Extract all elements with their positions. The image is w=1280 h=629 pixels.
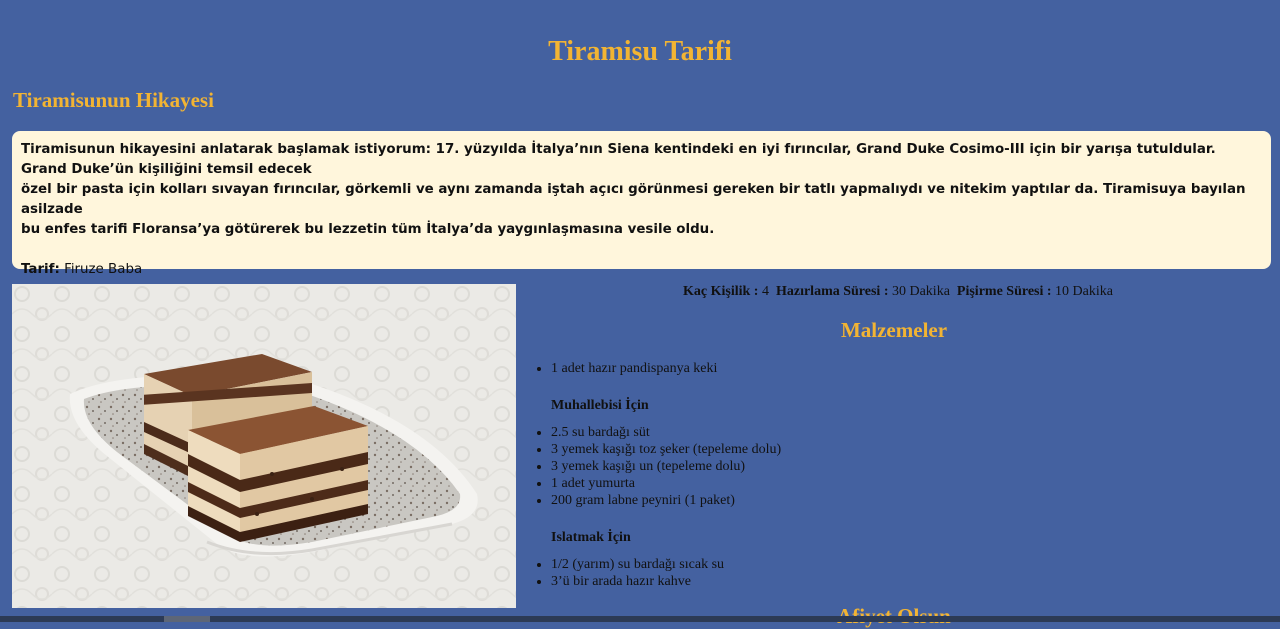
- ingredients-heading: Malzemeler: [840, 318, 948, 342]
- cook-time-value: 10 Dakika: [1055, 284, 1113, 299]
- cook-time-label: Pişirme Süresi :: [956, 284, 1052, 299]
- list-item: 3 yemek kaşığı un (tepeleme dolu): [551, 458, 1236, 475]
- list-item: 1/2 (yarım) su bardağı sıcak su: [551, 556, 1236, 573]
- story-line-1: Tiramisunun hikayesini anlatarak başlama…: [21, 142, 1216, 177]
- tiramisu-photo: [12, 284, 516, 608]
- recipe-info: Kaç Kişilik : 4 Hazırlama Süresi : 30 Da…: [516, 284, 1280, 300]
- story-line-3: bu enfes tarifi Floransa’ya götürerek bu…: [21, 222, 715, 237]
- recipe-author-name: Firuze Baba: [64, 262, 143, 277]
- scrollbar-thumb[interactable]: [164, 616, 210, 622]
- recipe-author: Tarif: Firuze Baba: [21, 260, 1262, 280]
- list-item: 3 yemek kaşığı toz şeker (tepeleme dolu): [551, 441, 1236, 458]
- servings-value: 4: [761, 284, 769, 299]
- islatmak-heading: Islatmak İçin: [551, 530, 631, 545]
- story-heading: Tiramisunun Hikayesi: [13, 88, 214, 112]
- list-item: 1 adet hazır pandispanya keki: [551, 360, 1236, 377]
- prep-time-value: 30 Dakika: [891, 284, 950, 299]
- horizontal-scrollbar[interactable]: [0, 616, 1280, 622]
- base-ingredients: 1 adet hazır pandispanya keki: [536, 360, 1236, 377]
- muhallebi-ingredients: 2.5 su bardağı süt 3 yemek kaşığı toz şe…: [536, 424, 1236, 509]
- islatmak-ingredients: 1/2 (yarım) su bardağı sıcak su 3’ü bir …: [536, 556, 1236, 590]
- servings-label: Kaç Kişilik :: [683, 284, 759, 299]
- list-item: 2.5 su bardağı süt: [551, 424, 1236, 441]
- page-title: Tiramisu Tarifi: [548, 36, 732, 67]
- list-item: 200 gram labne peyniri (1 paket): [551, 492, 1236, 509]
- list-item: 1 adet yumurta: [551, 475, 1236, 492]
- story-text: Tiramisunun hikayesini anlatarak başlama…: [21, 140, 1262, 240]
- prep-time-label: Hazırlama Süresi :: [775, 284, 889, 299]
- list-item: 3’ü bir arada hazır kahve: [551, 573, 1236, 590]
- muhallebi-heading: Muhallebisi İçin: [551, 398, 649, 413]
- ingredients-list: 1 adet hazır pandispanya keki Muhallebis…: [536, 360, 1236, 590]
- recipe-author-label: Tarif:: [21, 262, 60, 277]
- story-line-2: özel bir pasta için kolları sıvayan fırı…: [21, 182, 1246, 217]
- story-box: Tiramisunun hikayesini anlatarak başlama…: [12, 131, 1271, 277]
